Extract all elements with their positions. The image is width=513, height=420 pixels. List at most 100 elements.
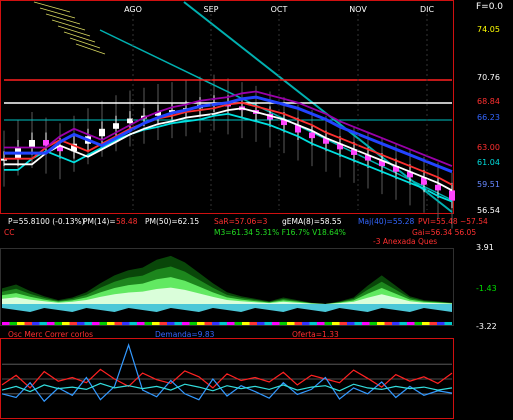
stock-chart: AGO SEP OCT NOV DIC F=0.0 74.05 70.76 68.84 66.… <box>0 0 503 419</box>
signal-strip <box>234 322 242 325</box>
corner-label: F=0.0 <box>476 2 503 12</box>
signal-strip <box>174 322 182 325</box>
sar-readout: SaR=57.06=3 <box>214 217 268 226</box>
pm50-readout: PM(50)=62.15 <box>145 217 199 226</box>
oscillator-right-axis: 3.91 -1.43 -3.22 <box>476 243 497 331</box>
signal-strip <box>137 322 145 325</box>
signal-strip <box>182 322 190 325</box>
signal-strip <box>84 322 92 325</box>
signal-strip <box>144 322 152 325</box>
signal-strip <box>392 322 400 325</box>
m3-readout: M3=61.34 5.31% F16.7% V18.64% <box>214 228 346 237</box>
candle-body <box>309 132 315 139</box>
oscillator-axis-label: -3.22 <box>476 322 497 331</box>
candle-body <box>127 118 133 124</box>
signal-strip <box>339 322 347 325</box>
price-readout: P=55.8100 (-0.13%) <box>8 217 85 226</box>
signal-strip <box>24 322 32 325</box>
candle-body <box>99 128 105 137</box>
signal-strip <box>32 322 40 325</box>
signal-strip <box>369 322 377 325</box>
x-tick-label: NOV <box>349 5 367 14</box>
signal-strip <box>429 322 437 325</box>
candle-body <box>449 190 455 201</box>
signal-strip <box>272 322 280 325</box>
signal-strip <box>302 322 310 325</box>
oscillator-title: -3 Anexada Ques <box>373 237 437 246</box>
signal-strip <box>264 322 272 325</box>
pm14-value: 58.48 <box>116 217 138 226</box>
signal-strip <box>219 322 227 325</box>
signal-strip <box>129 322 137 325</box>
momentum-label-3: Oferta=1.33 <box>292 330 339 339</box>
cc-label: CC <box>4 228 14 237</box>
signal-strip <box>197 322 205 325</box>
signal-strip <box>62 322 70 325</box>
candle-body <box>29 140 35 148</box>
price-axis-label: 61.04 <box>477 158 500 167</box>
x-tick-label: OCT <box>271 5 288 14</box>
signal-strip <box>39 322 47 325</box>
signal-strip <box>47 322 55 325</box>
price-panel-frame <box>0 0 454 214</box>
signal-strip <box>227 322 235 325</box>
signal-strip <box>422 322 430 325</box>
signal-strip <box>294 322 302 325</box>
signal-strip <box>249 322 257 325</box>
price-right-axis: 74.05 70.76 68.84 66.23 63.00 61.04 59.51 56.54 <box>477 25 500 215</box>
price-axis-label: 66.23 <box>477 113 500 122</box>
signal-strip <box>69 322 77 325</box>
maj-readout: Maj(40)=55.28 <box>358 217 415 226</box>
momentum-label-1: Osc Merc Correr corlos <box>8 330 93 339</box>
signal-strip <box>2 322 10 325</box>
x-tick-label: AGO <box>124 5 142 14</box>
gai-readout: Gai=56.34 56.05 <box>412 228 476 237</box>
signal-strip <box>9 322 17 325</box>
signal-strip <box>384 322 392 325</box>
signal-strip <box>362 322 370 325</box>
signal-strip <box>377 322 385 325</box>
signal-strip <box>354 322 362 325</box>
signal-strip <box>407 322 415 325</box>
signal-strip <box>107 322 115 325</box>
x-tick-label: DIC <box>420 5 435 14</box>
price-axis-label: 63.00 <box>477 143 500 152</box>
price-axis-label: 68.84 <box>477 97 500 106</box>
signal-strip <box>444 322 452 325</box>
signal-strip <box>242 322 250 325</box>
price-axis-label: 59.51 <box>477 180 500 189</box>
signal-strip <box>54 322 62 325</box>
signal-strip <box>324 322 332 325</box>
momentum-label-2: Demanda=9.83 <box>155 330 215 339</box>
signal-strip <box>309 322 317 325</box>
price-axis-label: 56.54 <box>477 206 500 215</box>
signal-strip <box>77 322 85 325</box>
gema-readout: gEMA(8)=58.55 <box>282 217 342 226</box>
signal-strip <box>99 322 107 325</box>
signal-strip <box>287 322 295 325</box>
oscillator-axis-label: 3.91 <box>476 243 494 252</box>
pm14-label: PM(14)= <box>83 217 116 226</box>
signal-strip <box>159 322 167 325</box>
price-axis-label: 74.05 <box>477 25 500 34</box>
signal-strip <box>414 322 422 325</box>
oscillator-axis-label: -1.43 <box>476 284 497 293</box>
signal-strip <box>437 322 445 325</box>
x-tick-label: SEP <box>204 5 219 14</box>
price-axis-label: 70.76 <box>477 73 500 82</box>
signal-strip <box>347 322 355 325</box>
pvi-readout: PVI=55.48 ~57.54 <box>418 217 488 226</box>
signal-strip <box>189 322 197 325</box>
signal-strip <box>122 322 130 325</box>
signal-strip <box>257 322 265 325</box>
signal-strip <box>114 322 122 325</box>
signal-strip <box>92 322 100 325</box>
candle-body <box>435 184 441 191</box>
candle-body <box>113 123 119 129</box>
signal-strip <box>17 322 25 325</box>
signal-strip <box>167 322 175 325</box>
signal-strip <box>204 322 212 325</box>
signal-strip <box>399 322 407 325</box>
signal-strip <box>212 322 220 325</box>
signal-strip <box>332 322 340 325</box>
